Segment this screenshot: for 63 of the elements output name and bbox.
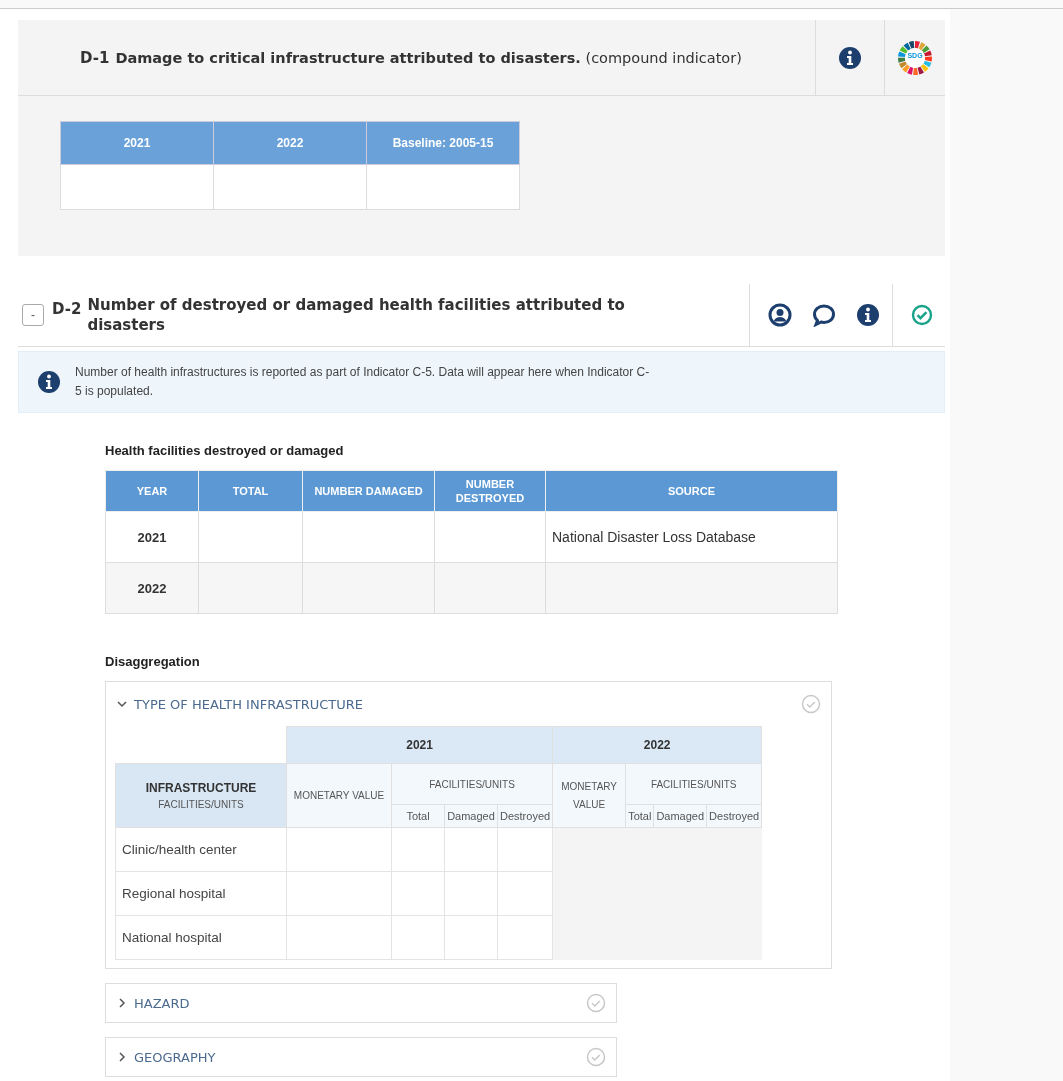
input-cell[interactable] bbox=[391, 871, 445, 916]
row-label: National hospital bbox=[115, 915, 287, 960]
input-cell[interactable] bbox=[444, 871, 498, 916]
column-header: Baseline: 2005-15 bbox=[366, 121, 520, 165]
chevron-right-icon[interactable] bbox=[116, 997, 128, 1009]
collapse-button[interactable]: - bbox=[22, 304, 44, 326]
indicator-code: D-1 bbox=[80, 48, 110, 67]
check-circle-icon[interactable] bbox=[911, 304, 933, 326]
section-title: Disaggregation bbox=[105, 654, 201, 669]
source-cell: National Disaster Loss Database bbox=[545, 511, 838, 563]
indicator-title: Number of destroyed or damaged health facilities attributed to disasters bbox=[87, 295, 626, 335]
year-header: 2021 bbox=[286, 726, 553, 764]
column-header: FACILITIES/UNITS bbox=[625, 763, 762, 805]
chevron-down-icon[interactable] bbox=[116, 698, 128, 710]
user-icon[interactable] bbox=[768, 303, 792, 327]
table-cell[interactable] bbox=[434, 511, 546, 563]
input-cell[interactable] bbox=[286, 915, 392, 960]
check-circle-icon[interactable] bbox=[586, 993, 606, 1013]
header-subtitle: FACILITIES/UNITS bbox=[157, 799, 245, 810]
indicator-title: Damage to critical infrastructure attributed to disasters. (compound indicator) bbox=[115, 49, 742, 66]
input-cell[interactable] bbox=[391, 915, 445, 960]
year-cell: 2022 bbox=[105, 562, 199, 614]
info-icon[interactable] bbox=[856, 303, 880, 327]
input-cell[interactable] bbox=[286, 871, 392, 916]
row-label: Clinic/health center bbox=[115, 827, 287, 872]
info-icon[interactable] bbox=[838, 45, 862, 70]
column-header: FACILITIES/UNITS bbox=[391, 763, 553, 805]
notice-text: Number of health infrastructures is reported as part of Indicator C-5. Data will appear here when Indicator C-5 is populated. bbox=[75, 364, 651, 400]
table-title: Health facilities destroyed or damaged bbox=[105, 443, 345, 458]
table-cell[interactable] bbox=[302, 562, 435, 614]
table-cell[interactable] bbox=[198, 562, 303, 614]
column-header: MONETARY VALUE bbox=[552, 763, 626, 828]
column-header: TOTAL bbox=[198, 470, 303, 512]
header-title: INFRASTRUCTURE bbox=[144, 781, 258, 795]
column-header: YEAR bbox=[105, 470, 199, 512]
accordion-title[interactable]: TYPE OF HEALTH INFRASTRUCTURE bbox=[134, 696, 795, 712]
accordion-title[interactable]: HAZARD bbox=[134, 995, 580, 1011]
check-circle-icon[interactable] bbox=[801, 694, 821, 714]
indicator-code: D-2 bbox=[52, 299, 82, 319]
column-header: 2022 bbox=[213, 121, 367, 165]
column-header: SOURCE bbox=[545, 470, 838, 512]
speech-bubble-icon[interactable] bbox=[812, 303, 836, 327]
row-label: Regional hospital bbox=[115, 871, 287, 916]
info-icon[interactable] bbox=[37, 370, 61, 394]
input-cell[interactable] bbox=[286, 827, 392, 872]
input-cell[interactable] bbox=[444, 915, 498, 960]
check-circle-icon[interactable] bbox=[586, 1047, 606, 1067]
column-header: 2021 bbox=[60, 121, 214, 165]
column-header: NUMBER DESTROYED bbox=[434, 470, 546, 512]
input-cell[interactable] bbox=[391, 827, 445, 872]
table-cell[interactable] bbox=[198, 511, 303, 563]
input-cell[interactable] bbox=[497, 827, 553, 872]
column-header: NUMBER DAMAGED bbox=[302, 470, 435, 512]
column-header: MONETARY VALUE bbox=[286, 763, 392, 828]
table-cell[interactable] bbox=[434, 562, 546, 614]
input-cell[interactable] bbox=[497, 871, 553, 916]
input-cell[interactable] bbox=[444, 827, 498, 872]
chevron-right-icon[interactable] bbox=[116, 1051, 128, 1063]
table-cell[interactable] bbox=[302, 511, 435, 563]
year-header: 2022 bbox=[552, 726, 762, 764]
accordion-title[interactable]: GEOGRAPHY bbox=[134, 1049, 580, 1065]
year-cell: 2021 bbox=[105, 511, 199, 563]
input-cell[interactable] bbox=[497, 915, 553, 960]
